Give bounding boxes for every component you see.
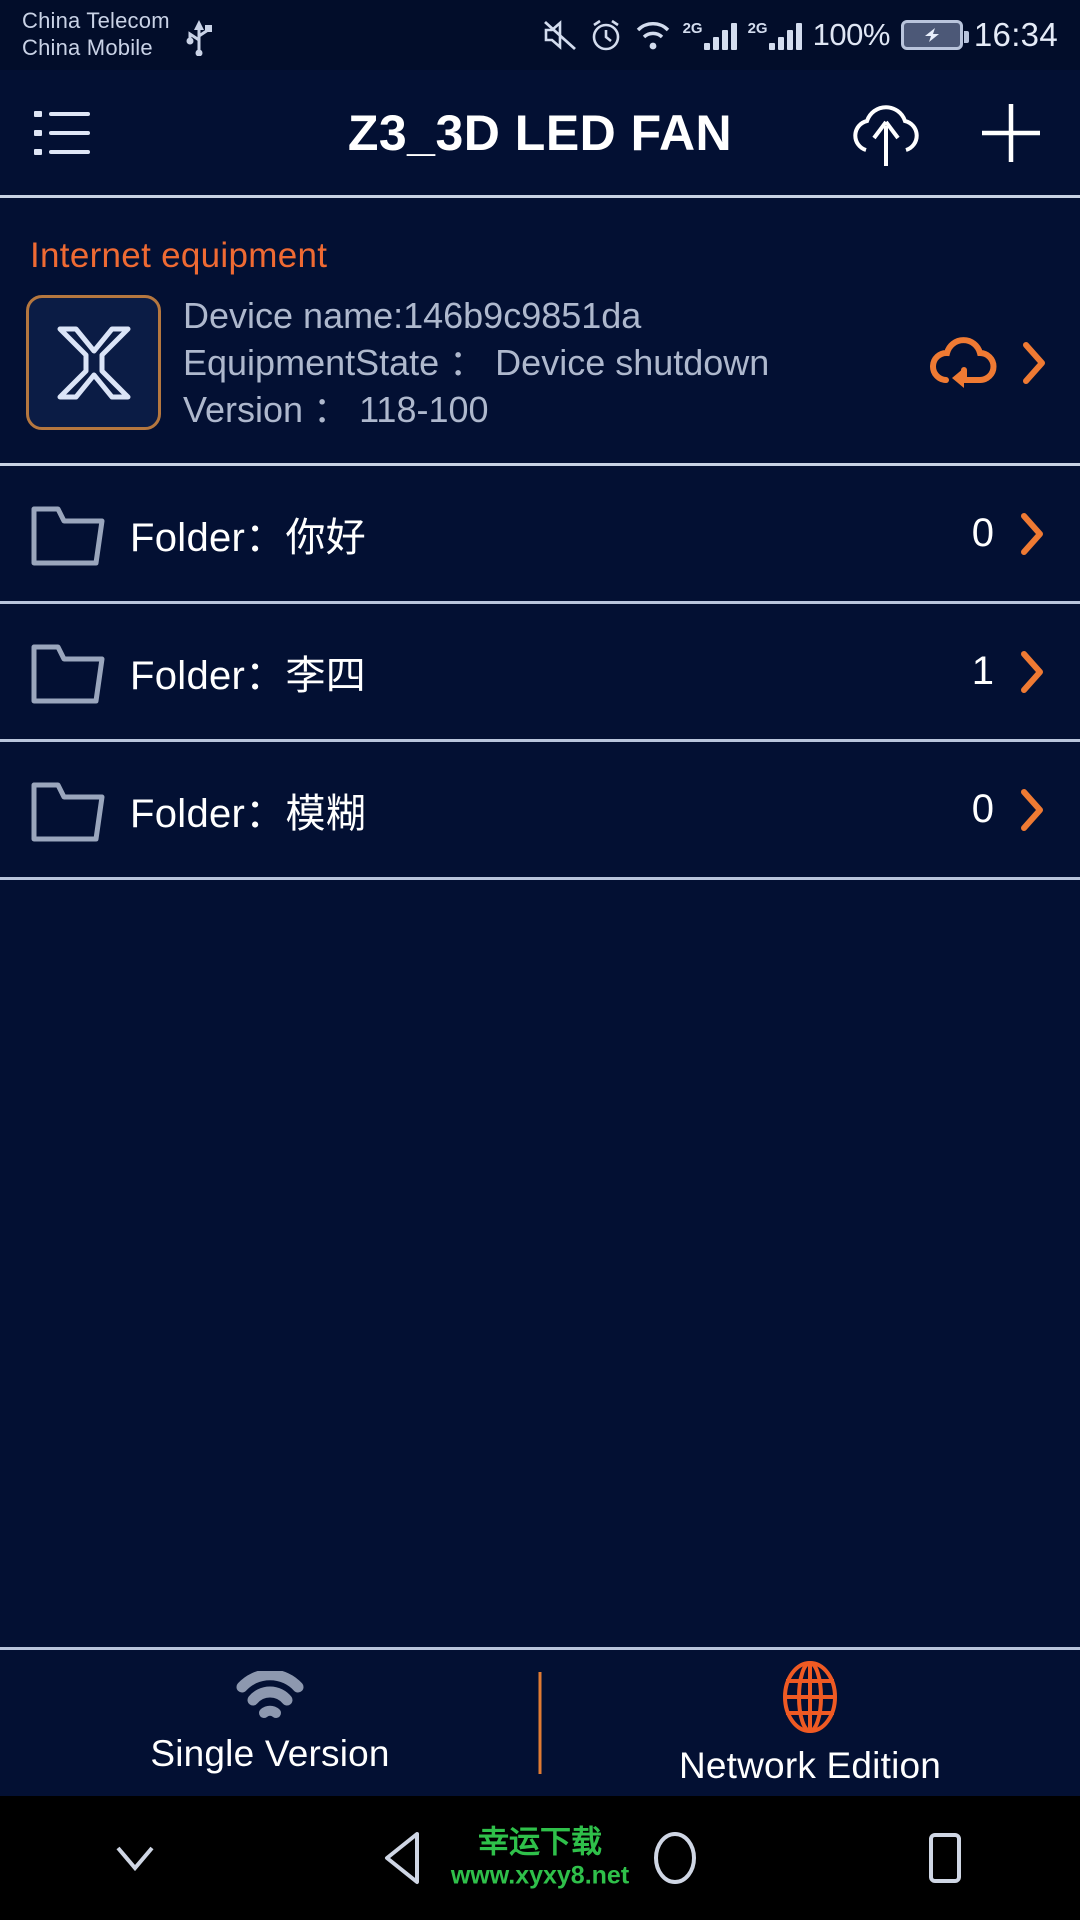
folder-name: Folder：李四 — [130, 653, 367, 698]
app-screen: China Telecom China Mobile 2G 2G 100% 16… — [0, 0, 1080, 1920]
fan-blade-x-icon — [57, 326, 130, 400]
globe-icon — [783, 1661, 837, 1733]
device-version: Version ： 118-100 — [183, 389, 489, 431]
status-clock: 16:34 — [973, 16, 1058, 53]
collapse-button[interactable] — [0, 1836, 270, 1880]
system-nav-bar: 幸运下载 www.xyxy8.net — [0, 1796, 1080, 1920]
list-item[interactable]: Folder：你好 0 — [0, 466, 1080, 602]
tab-separator — [538, 1672, 542, 1774]
status-icons: 2G 2G 100% 16:34 — [542, 16, 1058, 54]
chevron-right-icon[interactable] — [1012, 782, 1052, 838]
chevron-down-icon — [116, 1846, 154, 1872]
folder-count: 1 — [971, 649, 994, 694]
home-circle-icon — [654, 1832, 696, 1884]
folder-count: 0 — [971, 787, 994, 832]
chevron-right-icon[interactable] — [1012, 644, 1052, 700]
chevron-right-icon[interactable] — [1012, 506, 1052, 562]
carrier-secondary: China Mobile — [22, 35, 153, 60]
device-state: EquipmentState ： Device shutdown — [183, 342, 770, 384]
recents-square-icon — [929, 1833, 961, 1883]
battery-percent: 100% — [812, 17, 891, 52]
recents-button[interactable] — [810, 1827, 1080, 1889]
wifi-icon — [636, 22, 669, 50]
signal-1: 2G — [683, 20, 737, 50]
mute-icon — [543, 20, 576, 51]
tab-label: Single Version — [150, 1733, 390, 1774]
folder-icon — [31, 644, 105, 704]
list-menu-icon[interactable] — [34, 111, 90, 155]
battery-charging-icon — [900, 20, 969, 50]
tab-label: Network Edition — [678, 1745, 942, 1786]
content-empty-area — [0, 880, 1080, 1647]
folder-icon — [31, 506, 105, 566]
carrier-primary: China Telecom — [22, 8, 170, 34]
home-button[interactable] — [540, 1827, 810, 1889]
folder-name: Folder：你好 — [130, 515, 367, 560]
app-header: Z3_3D LED FAN — [0, 70, 1080, 195]
status-bar: China Telecom China Mobile 2G 2G 100% 16… — [0, 0, 1080, 70]
usb-icon — [184, 14, 214, 56]
folder-count: 0 — [971, 511, 994, 556]
section-label-internet-equipment: Internet equipment — [30, 236, 328, 275]
cloud-upload-icon[interactable] — [840, 96, 932, 170]
device-thumbnail — [26, 295, 161, 431]
cloud-sync-icon[interactable] — [924, 332, 1000, 394]
device-list-item[interactable]: Device name:146b9c9851da EquipmentState … — [0, 292, 1080, 463]
bottom-tab-bar: Single Version Network Edition — [0, 1650, 1080, 1796]
tab-single-version[interactable]: Single Version — [0, 1650, 540, 1796]
device-info: Device name:146b9c9851da EquipmentState … — [183, 292, 902, 433]
signal-bars-1 — [703, 20, 737, 50]
back-button[interactable] — [270, 1828, 540, 1888]
folder-icon — [31, 782, 105, 842]
plus-icon[interactable] — [976, 98, 1046, 168]
header-actions — [840, 96, 1046, 170]
carrier-labels: China Telecom China Mobile — [22, 8, 170, 62]
network-type-1: 2G — [682, 20, 703, 37]
signal-bars-2 — [768, 20, 802, 50]
folder-name: Folder：模糊 — [130, 791, 367, 836]
tab-network-edition[interactable]: Network Edition — [540, 1650, 1080, 1796]
network-type-2: 2G — [747, 20, 768, 37]
list-item[interactable]: Folder：模糊 0 — [0, 742, 1080, 878]
wifi-icon — [236, 1671, 304, 1718]
chevron-right-icon[interactable] — [1014, 335, 1054, 391]
alarm-clock-icon — [592, 19, 619, 51]
back-triangle-icon — [385, 1832, 419, 1884]
device-actions — [924, 332, 1054, 394]
device-name: Device name:146b9c9851da — [183, 295, 642, 336]
list-item[interactable]: Folder：李四 1 — [0, 604, 1080, 740]
signal-2: 2G — [748, 20, 802, 50]
